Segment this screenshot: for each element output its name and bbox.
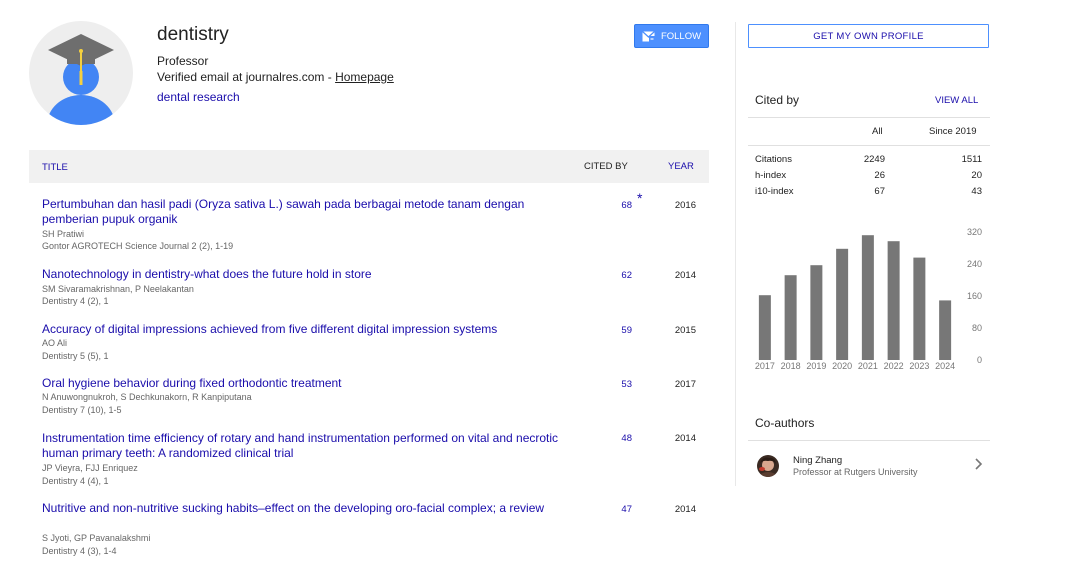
sort-by-title[interactable]: TITLE xyxy=(42,162,68,173)
divider xyxy=(748,440,990,441)
coauthors-heading: Co-authors xyxy=(755,416,815,430)
stat-all: 26 xyxy=(874,170,885,181)
chart-bar[interactable] xyxy=(913,257,926,360)
y-tick-label: 0 xyxy=(977,355,982,365)
divider xyxy=(748,145,990,146)
publication-year: 2014 xyxy=(674,433,696,444)
cited-count[interactable]: 62 xyxy=(600,270,632,281)
coauthor-avatar[interactable] xyxy=(757,455,779,477)
chart-bar[interactable] xyxy=(810,265,823,360)
chart-bar[interactable] xyxy=(758,295,771,360)
chart-bar[interactable] xyxy=(861,235,874,360)
y-tick-label: 240 xyxy=(967,259,982,269)
x-tick-label: 2019 xyxy=(806,361,826,371)
chart-bar[interactable] xyxy=(784,275,797,360)
chevron-right-icon xyxy=(975,458,983,470)
chart-bar[interactable] xyxy=(887,241,900,360)
stat-since: 1511 xyxy=(961,154,982,165)
view-all-link[interactable]: VIEW ALL xyxy=(935,95,978,106)
publication-authors: JP Vieyra, FJJ Enriquez xyxy=(42,463,138,473)
col-since-header: Since 2019 xyxy=(929,126,977,137)
publication-authors: S Jyoti, GP Pavanalakshmi xyxy=(42,533,151,543)
cited-count[interactable]: 47 xyxy=(600,504,632,515)
x-tick-label: 2017 xyxy=(755,361,775,371)
publication-title[interactable]: Nutritive and non-nutritive sucking habi… xyxy=(42,501,572,516)
publication-title[interactable]: Instrumentation time efficiency of rotar… xyxy=(42,431,572,461)
column-divider xyxy=(735,22,736,486)
verified-text: Verified email at journalres.com - xyxy=(157,70,336,84)
cited-by-heading: Cited by xyxy=(755,93,800,107)
x-tick-label: 2024 xyxy=(935,361,955,371)
coauthor-chevron[interactable] xyxy=(974,457,984,476)
col-all-header: All xyxy=(872,126,883,137)
follow-button[interactable]: FOLLOW xyxy=(634,24,709,48)
publication-venue: Gontor AGROTECH Science Journal 2 (2), 1… xyxy=(42,241,234,251)
publication-title[interactable]: Pertumbuhan dan hasil padi (Oryza sativa… xyxy=(42,197,572,227)
x-tick-label: 2018 xyxy=(781,361,801,371)
publication-title[interactable]: Accuracy of digital impressions achieved… xyxy=(42,322,572,337)
publication-year: 2017 xyxy=(674,379,696,390)
sort-by-cited[interactable]: CITED BY xyxy=(584,161,628,172)
follow-label: FOLLOW xyxy=(660,30,702,42)
homepage-link[interactable]: Homepage xyxy=(335,70,394,84)
chart-bar[interactable] xyxy=(836,248,849,360)
coauthor-photo xyxy=(757,455,779,477)
x-tick-label: 2022 xyxy=(884,361,904,371)
publication-year: 2016 xyxy=(674,200,696,211)
publication-title[interactable]: Nanotechnology in dentistry-what does th… xyxy=(42,267,572,282)
get-my-own-profile-button[interactable]: GET MY OWN PROFILE xyxy=(748,24,989,48)
interest-link[interactable]: dental research xyxy=(157,90,240,104)
publication-venue: Dentistry 4 (3), 1-4 xyxy=(42,546,117,556)
citations-bar-chart: 320 240 160 80 0 2017 2018 2019 2020 2021 2022 2023… xyxy=(755,227,982,371)
publication-title[interactable]: Oral hygiene behavior during fixed ortho… xyxy=(42,376,572,391)
stat-all: 67 xyxy=(874,186,885,197)
sort-by-year[interactable]: YEAR xyxy=(668,161,694,172)
stat-label: i10-index xyxy=(755,186,794,197)
coauthor-affiliation: Professor at Rutgers University xyxy=(793,467,918,477)
cited-count[interactable]: 59 xyxy=(600,325,632,336)
profile-name: dentistry xyxy=(157,24,229,45)
x-tick-label: 2023 xyxy=(909,361,929,371)
y-tick-label: 80 xyxy=(972,323,982,333)
publication-year: 2014 xyxy=(674,270,696,281)
y-tick-label: 320 xyxy=(967,227,982,237)
publication-authors: SH Pratiwi xyxy=(42,229,85,239)
stat-all: 2249 xyxy=(863,154,885,165)
cited-count[interactable]: 48 xyxy=(600,433,632,444)
cited-count[interactable]: 53 xyxy=(600,379,632,390)
y-tick-label: 160 xyxy=(967,291,982,301)
x-tick-label: 2021 xyxy=(858,361,878,371)
coauthor-name[interactable]: Ning Zhang xyxy=(793,455,842,466)
x-tick-label: 2020 xyxy=(832,361,852,371)
merged-citations-star[interactable]: * xyxy=(637,190,642,206)
stat-label: h-index xyxy=(755,170,787,181)
publication-venue: Dentistry 4 (4), 1 xyxy=(42,476,109,486)
stat-since: 43 xyxy=(971,186,982,197)
publication-authors: N Anuwongnukroh, S Dechkunakorn, R Kanpi… xyxy=(42,392,252,402)
chart-bar[interactable] xyxy=(939,300,952,360)
graduate-avatar-icon xyxy=(47,34,115,125)
stat-since: 20 xyxy=(971,170,982,181)
verified-email: Verified email at journalres.com - Homep… xyxy=(157,70,394,84)
publication-venue: Dentistry 7 (10), 1-5 xyxy=(42,405,122,415)
publication-authors: SM Sivaramakrishnan, P Neelakantan xyxy=(42,284,194,294)
profile-avatar xyxy=(29,21,133,125)
mail-icon xyxy=(642,30,655,42)
publication-venue: Dentistry 5 (5), 1 xyxy=(42,351,109,361)
publication-venue: Dentistry 4 (2), 1 xyxy=(42,296,109,306)
cited-count[interactable]: 68 xyxy=(600,200,632,211)
divider xyxy=(748,117,990,118)
publication-year: 2015 xyxy=(674,325,696,336)
publication-authors: AO Ali xyxy=(42,338,68,348)
publication-year: 2014 xyxy=(674,504,696,515)
stat-label: Citations xyxy=(755,154,792,165)
profile-role: Professor xyxy=(157,54,209,68)
